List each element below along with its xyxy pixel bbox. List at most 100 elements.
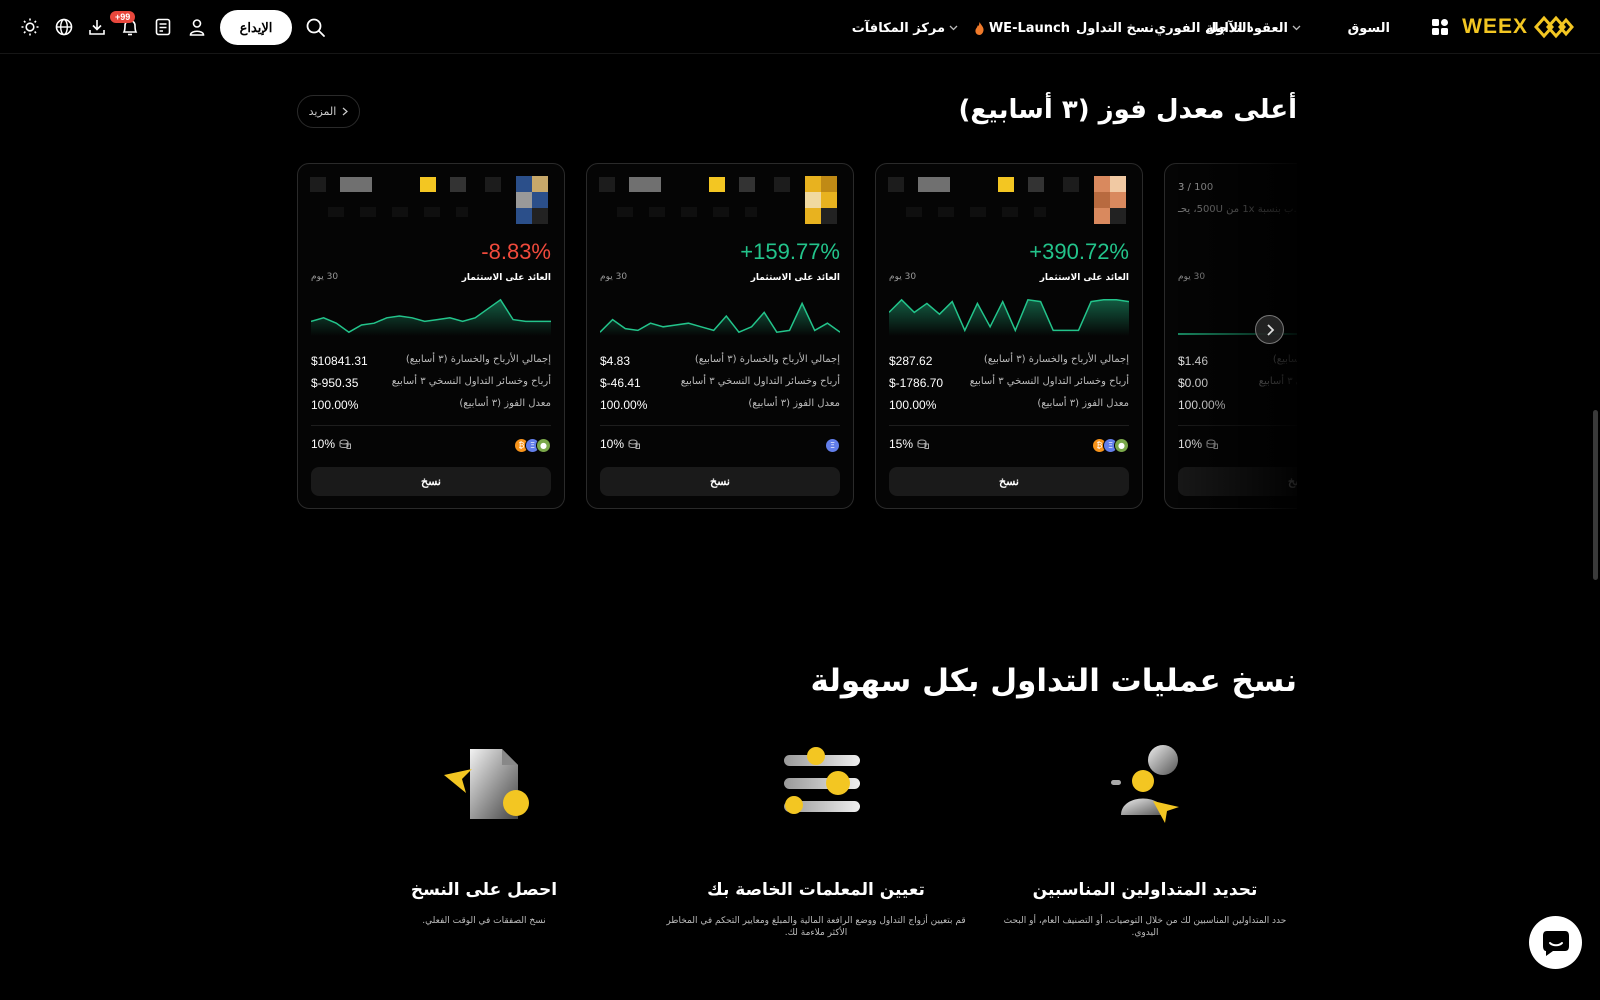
top-navigation-bar: WEEX السوق العقود الآجلة التداول الفوري … — [0, 0, 1600, 54]
trader-card[interactable]: +159.77% العائد على الاستثمار 30 يوم إجما… — [586, 163, 854, 509]
stat-value: 100.00% — [311, 398, 359, 412]
coins-stack-icon — [1206, 439, 1219, 449]
stat-value: $1.46 — [1178, 354, 1209, 368]
stat-label: أرباح وخسائر التداول النسخي ٣ أسابيع — [391, 376, 551, 387]
stat-value: $-46.41 — [600, 376, 641, 390]
other-coin-icon: ● — [1114, 438, 1129, 453]
roi-value: -8.83% — [481, 239, 551, 264]
profit-share: 10% — [1178, 437, 1219, 451]
sun-icon[interactable] — [20, 17, 40, 37]
trader-cards-carousel: +390.72% العائد على الاستثمار 30 يوم إجما… — [297, 163, 1297, 511]
download-icon[interactable] — [87, 17, 107, 37]
stat-row-copy-pnl: أرباح وخسائر التداول النسخي ٣ أسابيع $0.… — [1178, 376, 1297, 392]
nav-spot[interactable]: التداول الفوري — [1154, 18, 1251, 38]
trader-card[interactable]: +390.72% العائد على الاستثمار 30 يوم إجما… — [875, 163, 1143, 509]
roi-label: العائد على الاستثمار — [461, 273, 551, 283]
period-label: 30 يوم — [600, 272, 628, 282]
fire-icon — [975, 21, 984, 35]
top-win-rate-title: أعلى معدل فوز (٣ أسابيع) — [958, 95, 1297, 125]
stat-value: 100.00% — [600, 398, 648, 412]
weex-logo[interactable]: WEEX — [1462, 13, 1574, 41]
feature-get-copy: احصل على النسخ نسخ الصفقات في الوقت الفع… — [334, 745, 634, 945]
nav-we-launch[interactable]: WE-Launch — [974, 18, 1070, 38]
stat-row-win-rate: معدل الفوز (٣ أسابيع) 100.00% — [600, 398, 840, 414]
copy-trader-button[interactable]: نسخ — [311, 467, 551, 496]
roi-sparkline — [600, 301, 840, 336]
profit-share-value: 10% — [600, 437, 625, 451]
copy-trader-button[interactable]: نسخ — [600, 467, 840, 496]
period-label: 30 يوم — [889, 272, 917, 282]
stat-row-copy-pnl: أرباح وخسائر التداول النسخي ٣ أسابيع $-4… — [600, 376, 840, 392]
chevron-down-icon — [1292, 25, 1301, 31]
stat-label: إجمالي الأرباح والخسارة (٣ أسابيع) — [1272, 354, 1297, 365]
chevron-right-icon — [342, 107, 349, 116]
nav-market-label: السوق — [1347, 20, 1390, 36]
trader-avatar — [1094, 176, 1126, 224]
copy-easily-title: نسخ عمليات التداول بكل سهولة — [810, 663, 1297, 699]
eth-coin-icon: Ξ — [825, 438, 840, 453]
masked-trader-name — [310, 177, 510, 193]
carousel-next-button[interactable] — [1255, 315, 1284, 344]
stat-value: $287.62 — [889, 354, 933, 368]
search-icon[interactable] — [305, 17, 326, 38]
stat-label: إجمالي الأرباح والخسارة (٣ أسابيع) — [405, 354, 551, 365]
parameters-illustration — [784, 747, 860, 814]
copy-trader-button[interactable]: نسخ — [1178, 467, 1297, 496]
profit-share: 10% — [311, 437, 352, 451]
feature-title: تعيين المعلمات الخاصة بك — [707, 880, 925, 900]
coins-stack-icon — [339, 439, 352, 449]
more-button[interactable]: المزيد — [297, 95, 360, 128]
stat-label: أرباح وخسائر التداول النسخي ٣ أسابيع — [1258, 376, 1297, 387]
stat-row-copy-pnl: أرباح وخسائر التداول النسخي ٣ أسابيع $-1… — [889, 376, 1129, 392]
nav-copy-trading[interactable]: نسخ التداول — [1076, 18, 1154, 38]
roi-sparkline — [889, 298, 1129, 336]
stat-value: 100.00% — [1178, 398, 1226, 412]
chat-icon — [1542, 930, 1569, 956]
roi-value: +390.72% — [1029, 239, 1129, 264]
stat-row-pnl: إجمالي الأرباح والخسارة (٣ أسابيع) $1.46 — [1178, 354, 1297, 370]
card-divider — [889, 425, 1129, 426]
stat-value: $4.83 — [600, 354, 631, 368]
stat-label: معدل الفوز (٣ أسابيع) — [748, 398, 840, 409]
nav-we-launch-label: WE-Launch — [988, 20, 1070, 36]
deposit-button[interactable]: الإيداع — [220, 10, 292, 45]
masked-trader-info — [328, 207, 468, 217]
globe-icon[interactable] — [54, 17, 74, 37]
support-chat-button[interactable] — [1529, 916, 1582, 969]
nav-rewards-label: مركز المكافآت — [851, 20, 945, 36]
nav-market[interactable]: السوق — [1348, 18, 1390, 38]
stat-row-pnl: إجمالي الأرباح والخسارة (٣ أسابيع) $1084… — [311, 354, 551, 370]
page-scrollbar[interactable] — [1593, 410, 1598, 580]
masked-trader-name — [599, 177, 799, 193]
stat-label: إجمالي الأرباح والخسارة (٣ أسابيع) — [694, 354, 840, 365]
feature-title: تحديد المتداولين المناسبين — [1032, 880, 1258, 900]
masked-trader-name — [888, 177, 1088, 193]
profit-share-value: 15% — [889, 437, 914, 451]
stat-label: إجمالي الأرباح والخسارة (٣ أسابيع) — [983, 354, 1129, 365]
period-label: 30 يوم — [311, 272, 339, 282]
stat-value: $10841.31 — [311, 354, 368, 368]
trader-avatar — [805, 176, 837, 224]
stat-row-win-rate: معدل الفوز (٣ أسابيع) 100.00% — [311, 398, 551, 414]
nav-spot-label: التداول الفوري — [1154, 20, 1251, 36]
orders-icon[interactable] — [153, 17, 173, 37]
card-divider — [1178, 425, 1297, 426]
profit-share: 10% — [600, 437, 641, 451]
logo-mark-icon — [1534, 15, 1574, 39]
apps-grid-icon[interactable] — [1432, 19, 1448, 35]
user-icon[interactable] — [187, 17, 207, 37]
nav-rewards-center[interactable]: مركز المكافآت — [852, 18, 958, 38]
profit-share-value: 10% — [1178, 437, 1203, 451]
stat-row-pnl: إجمالي الأرباح والخسارة (٣ أسابيع) $287.… — [889, 354, 1129, 370]
stat-row-copy-pnl: أرباح وخسائر التداول النسخي ٣ أسابيع $-9… — [311, 376, 551, 392]
stat-row-win-rate: معدل الفوز (٣ أسابيع) 100.00% — [1178, 398, 1297, 414]
copy-trader-button[interactable]: نسخ — [889, 467, 1129, 496]
traded-coins: ₿ Ξ ● — [514, 438, 551, 453]
document-copy-illustration — [444, 749, 529, 819]
trader-card[interactable]: -8.83% العائد على الاستثمار 30 يوم إجمالي… — [297, 163, 565, 509]
more-label: المزيد — [308, 105, 337, 118]
stat-value: $-1786.70 — [889, 376, 944, 390]
coins-stack-icon — [917, 439, 930, 449]
notification-badge: +99 — [110, 11, 136, 23]
masked-trader-info — [617, 207, 757, 217]
